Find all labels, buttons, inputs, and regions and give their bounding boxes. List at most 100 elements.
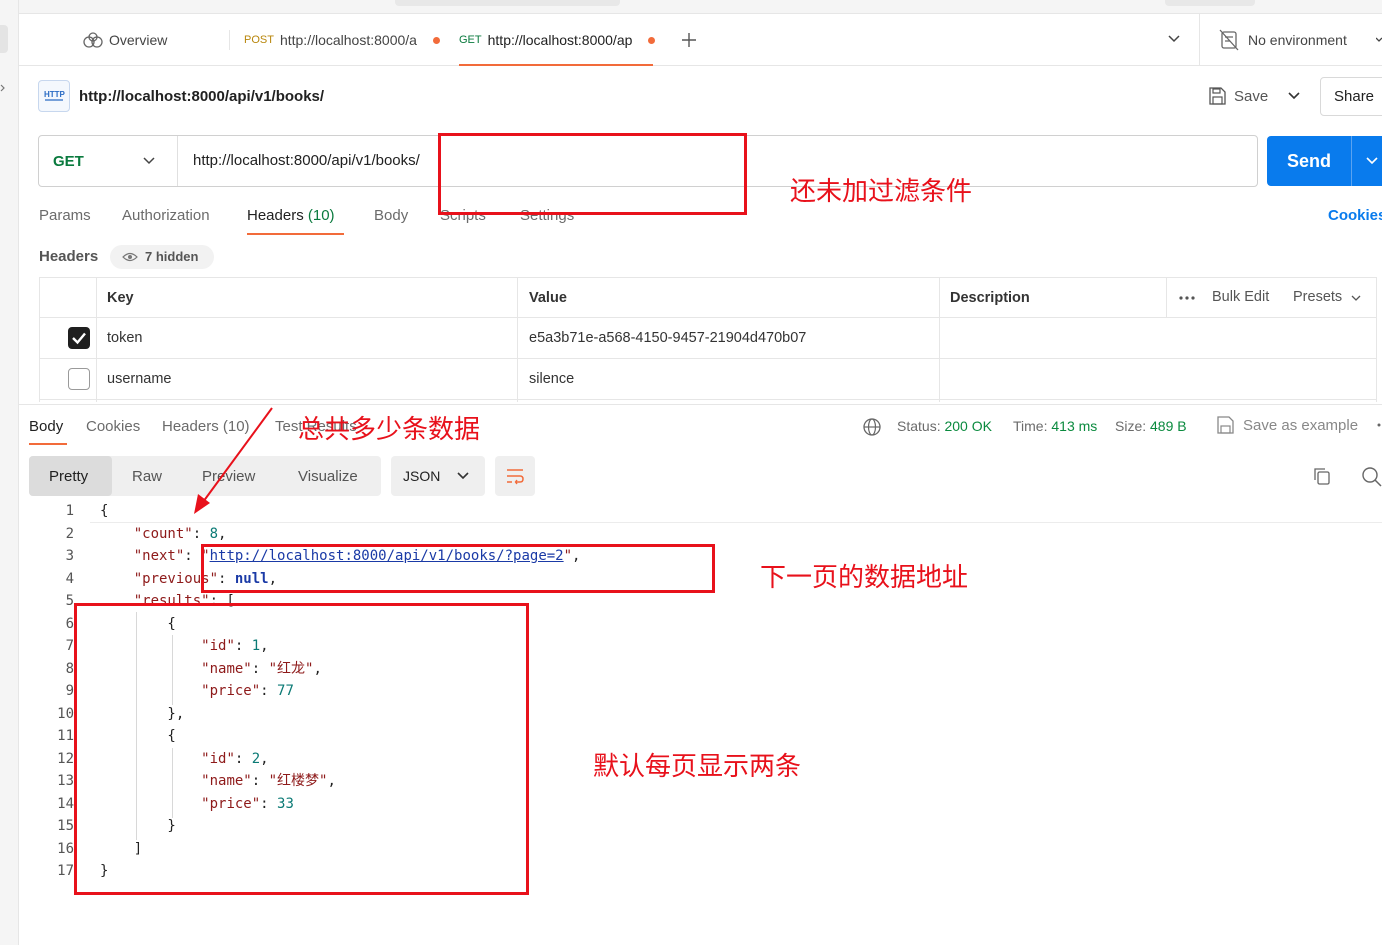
- send-button-label: Send: [1287, 151, 1332, 171]
- view-pretty-button[interactable]: Pretty: [49, 468, 88, 485]
- annotation-box-url: [438, 133, 747, 215]
- headers-tab-indicator: [247, 233, 344, 235]
- search-icon[interactable]: [1361, 466, 1382, 487]
- line-number: 12: [57, 750, 74, 767]
- view-visualize-button[interactable]: Visualize: [298, 468, 358, 485]
- checkmark-icon: [72, 332, 86, 345]
- format-select-label: JSON: [403, 468, 441, 484]
- sidebar-collapse-icon[interactable]: [0, 84, 6, 92]
- line-number: 2: [65, 525, 74, 542]
- save-example-icon[interactable]: [1215, 415, 1235, 435]
- annotation-arrow-icon: [186, 405, 278, 517]
- tab-overview-label: Overview: [109, 32, 168, 48]
- tab-authorization[interactable]: Authorization: [122, 207, 210, 224]
- environment-separator: [1199, 14, 1200, 66]
- header-enabled-checkbox[interactable]: [68, 368, 90, 390]
- line-number: 9: [65, 683, 74, 699]
- tab-divider: [229, 30, 230, 50]
- code-token: "count": [133, 525, 193, 542]
- presets-chevron-icon[interactable]: [1351, 294, 1361, 302]
- response-tab-cookies[interactable]: Cookies: [86, 418, 140, 435]
- url-input[interactable]: http://localhost:8000/api/v1/books/: [193, 152, 420, 169]
- header-key-cell[interactable]: username: [107, 371, 171, 387]
- tabs-dropdown-chevron-icon[interactable]: [1167, 34, 1181, 44]
- code-token: 8: [209, 525, 219, 542]
- tab-headers-count: (10): [307, 207, 335, 224]
- line-number: 4: [65, 570, 74, 587]
- tab-method-post: POST: [244, 34, 274, 46]
- method-select[interactable]: GET: [53, 153, 84, 170]
- copy-icon[interactable]: [1312, 466, 1332, 486]
- environment-selector[interactable]: No environment: [1248, 32, 1347, 48]
- tab-get-request[interactable]: GET http://localhost:8000/ap: [459, 14, 657, 66]
- column-divider: [939, 277, 940, 402]
- request-title[interactable]: http://localhost:8000/api/v1/books/: [79, 88, 324, 105]
- row-divider: [39, 358, 1377, 359]
- column-header-value: Value: [529, 290, 567, 306]
- line-number: 13: [57, 773, 74, 789]
- tab-headers[interactable]: Headers (10): [247, 207, 335, 224]
- search-bar-edge[interactable]: [395, 0, 620, 6]
- size-label: Size:: [1115, 418, 1147, 434]
- format-chevron-icon[interactable]: [456, 471, 470, 481]
- view-raw-button[interactable]: Raw: [132, 468, 162, 485]
- save-button[interactable]: Save: [1234, 88, 1268, 105]
- response-more-icon[interactable]: [1376, 420, 1382, 430]
- header-key-cell[interactable]: token: [107, 330, 142, 346]
- line-number: 7: [65, 638, 74, 654]
- svg-text:HTTP: HTTP: [44, 90, 65, 99]
- save-dropdown-chevron-icon[interactable]: [1287, 91, 1301, 101]
- more-options-icon[interactable]: [1178, 295, 1196, 301]
- code-token: :: [192, 525, 210, 542]
- cookies-link[interactable]: Cookies: [1328, 207, 1382, 224]
- tab-params[interactable]: Params: [39, 207, 91, 224]
- row-divider: [39, 399, 1377, 400]
- save-as-example-button[interactable]: Save as example: [1243, 417, 1358, 434]
- tab-url: http://localhost:8000/ap: [487, 32, 633, 48]
- header-enabled-checkbox[interactable]: [68, 327, 90, 349]
- tab-body[interactable]: Body: [374, 207, 408, 224]
- overview-icon: [82, 32, 104, 48]
- code-token: ,: [218, 525, 227, 542]
- tab-url: http://localhost:8000/a: [279, 32, 417, 48]
- url-separator: [177, 136, 178, 186]
- new-tab-plus-icon[interactable]: [680, 31, 698, 49]
- sidebar-handle[interactable]: [0, 25, 8, 53]
- left-sidebar-strip: [0, 0, 19, 945]
- hidden-headers-count: 7 hidden: [145, 249, 199, 264]
- presets-dropdown[interactable]: Presets: [1293, 289, 1342, 305]
- method-chevron-icon[interactable]: [142, 156, 156, 166]
- column-header-description: Description: [950, 290, 1030, 306]
- line-number: 16: [57, 840, 74, 857]
- response-tab-body[interactable]: Body: [29, 418, 63, 435]
- unsaved-dot-icon: [432, 36, 440, 44]
- code-line: {: [100, 500, 108, 523]
- editor-top-border: [90, 522, 1382, 523]
- top-bar-control[interactable]: [1165, 0, 1255, 6]
- tab-post-request[interactable]: POST http://localhost:8000/a: [244, 14, 440, 66]
- tab-overview[interactable]: Overview: [82, 14, 222, 66]
- line-number: 8: [65, 660, 74, 677]
- send-separator: [1351, 136, 1352, 186]
- body-tab-indicator: [29, 443, 67, 445]
- time-label: Time:: [1013, 418, 1048, 434]
- bulk-edit-button[interactable]: Bulk Edit: [1212, 289, 1269, 305]
- line-number: 5: [65, 593, 74, 609]
- line-number: 6: [65, 615, 74, 632]
- column-divider: [1166, 277, 1167, 318]
- line-number: 17: [57, 863, 74, 879]
- header-value-cell[interactable]: silence: [529, 371, 574, 387]
- environment-chevron-icon[interactable]: [1376, 36, 1382, 44]
- save-icon[interactable]: [1207, 86, 1227, 106]
- status-value: 200 OK: [944, 418, 992, 434]
- column-divider: [96, 277, 97, 402]
- send-dropdown-chevron-icon[interactable]: [1365, 156, 1379, 166]
- code-token: :: [184, 548, 202, 564]
- line-number: 10: [57, 705, 74, 722]
- annotation-next-page: 下一页的数据地址: [760, 563, 969, 593]
- active-tab-indicator: [459, 64, 653, 66]
- header-value-cell[interactable]: e5a3b71e-a568-4150-9457-21904d470b07: [529, 330, 806, 346]
- headers-section-label: Headers: [39, 248, 99, 265]
